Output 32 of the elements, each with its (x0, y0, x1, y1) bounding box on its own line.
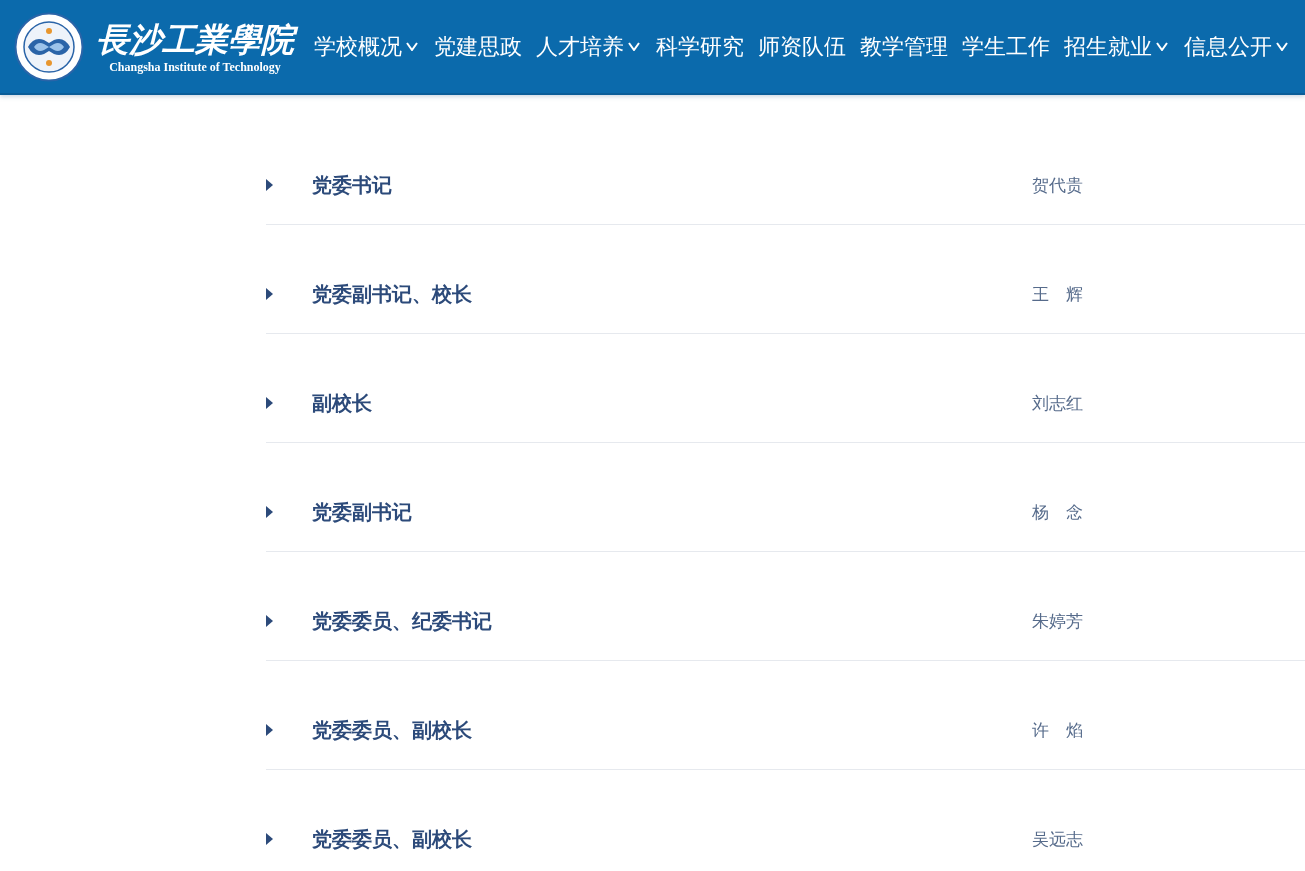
triangle-icon (266, 288, 273, 300)
person-name: 刘志红 (1032, 392, 1083, 415)
nav-link[interactable]: 党建思政 (434, 31, 522, 62)
person-name: 杨 念 (1032, 501, 1083, 524)
nav-link[interactable]: 招生就业 (1064, 31, 1170, 62)
position-title[interactable]: 党委副书记 (312, 498, 1032, 526)
triangle-icon (266, 833, 273, 845)
nav-link[interactable]: 学校概况 (314, 31, 420, 62)
triangle-icon (266, 506, 273, 518)
nav-link[interactable]: 教学管理 (860, 31, 948, 62)
position-title[interactable]: 副校长 (312, 389, 1032, 417)
nav-link[interactable]: 学生工作 (962, 31, 1050, 62)
person-name: 吴远志 (1032, 828, 1083, 851)
person-name: 贺代贵 (1032, 174, 1083, 197)
nav-link[interactable]: 信息公开 (1184, 31, 1290, 62)
triangle-icon (266, 397, 273, 409)
nav-link[interactable]: 人才培养 (536, 31, 642, 62)
emblem-icon (14, 11, 84, 82)
school-name-english: Changsha Institute of Technology (109, 59, 281, 74)
person-name: 王 辉 (1032, 283, 1083, 306)
position-title[interactable]: 党委书记 (312, 171, 1032, 199)
position-title[interactable]: 党委委员、副校长 (312, 825, 1032, 853)
nav-link[interactable]: 师资队伍 (758, 31, 846, 62)
position-title[interactable]: 党委委员、副校长 (312, 716, 1032, 744)
position-title[interactable]: 党委委员、纪委书记 (312, 607, 1032, 635)
nav-link[interactable]: 科学研究 (656, 31, 744, 62)
triangle-icon (266, 724, 273, 736)
triangle-icon (266, 615, 273, 627)
person-name: 朱婷芳 (1032, 610, 1083, 633)
person-name: 许 焰 (1032, 719, 1083, 742)
triangle-icon (266, 179, 273, 191)
position-title[interactable]: 党委副书记、校长 (312, 280, 1032, 308)
